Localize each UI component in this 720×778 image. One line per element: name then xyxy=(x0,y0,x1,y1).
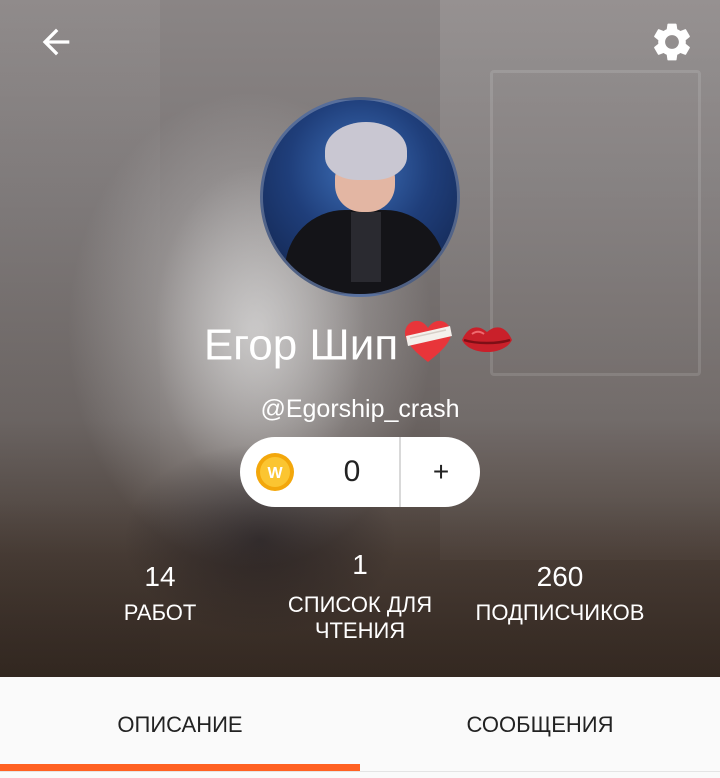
stat-reading-lists-label: СПИСОК ДЛЯ ЧТЕНИЯ xyxy=(270,592,450,644)
stat-followers[interactable]: 260 ПОДПИСЧИКОВ xyxy=(460,560,660,626)
bandaged-heart-emoji xyxy=(400,316,456,380)
display-name: Егор Шип xyxy=(0,316,720,380)
display-name-text: Егор Шип xyxy=(203,320,399,370)
tab-messages[interactable]: СООБЩЕНИЯ xyxy=(360,677,720,773)
stat-followers-count: 260 xyxy=(536,561,584,592)
lips-kiss-emoji xyxy=(458,316,516,380)
stat-followers-label: ПОДПИСЧИКОВ xyxy=(475,600,645,625)
add-coins-button[interactable]: + xyxy=(402,437,480,507)
stat-reading-lists[interactable]: 1 СПИСОК ДЛЯ ЧТЕНИЯ xyxy=(270,548,450,644)
stat-works[interactable]: 14 РАБОТ xyxy=(90,560,230,626)
stat-reading-lists-label-line2: ЧТЕНИЯ xyxy=(314,618,406,643)
stat-reading-lists-count: 1 xyxy=(352,549,368,580)
avatar[interactable] xyxy=(260,97,460,297)
gear-icon xyxy=(654,23,690,61)
stat-works-count: 14 xyxy=(144,561,176,592)
avatar-photo-hair xyxy=(325,122,407,180)
active-tab-indicator xyxy=(0,764,360,771)
stat-works-label: РАБОТ xyxy=(123,600,197,625)
username: @Egorship_crash xyxy=(260,395,460,423)
stat-reading-lists-label-line1: СПИСОК ДЛЯ xyxy=(287,592,433,617)
back-button[interactable] xyxy=(28,20,84,64)
profile-header: Егор Шип @Egorship_crash W 0 + 14 РАБОТ … xyxy=(0,0,720,677)
arrow-left-icon xyxy=(42,28,70,56)
coin-letter: W xyxy=(267,465,283,482)
divider xyxy=(399,437,401,507)
settings-button[interactable] xyxy=(644,16,700,68)
avatar-photo-shirt xyxy=(351,212,381,282)
coin-balance: 0 xyxy=(343,455,361,488)
wattpad-coin-icon[interactable]: W xyxy=(255,452,295,492)
divider xyxy=(0,771,720,772)
tab-description[interactable]: ОПИСАНИЕ xyxy=(0,677,360,773)
profile-tabs: ОПИСАНИЕ СООБЩЕНИЯ xyxy=(0,677,720,778)
coins-widget: W 0 + xyxy=(240,437,480,507)
